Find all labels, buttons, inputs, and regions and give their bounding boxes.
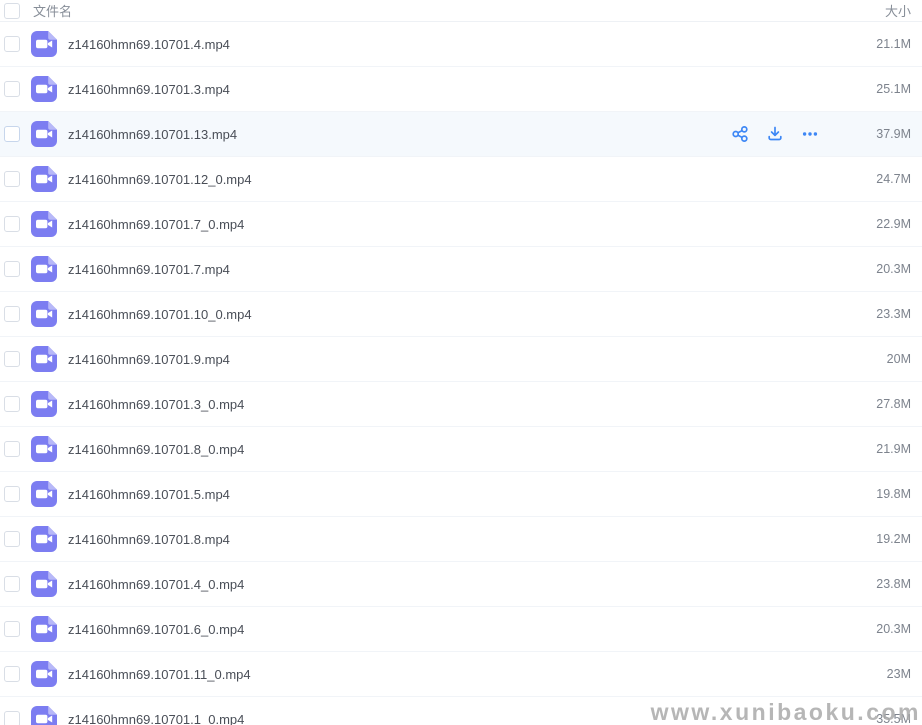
video-file-icon: [31, 211, 57, 237]
file-name[interactable]: z14160hmn69.10701.5.mp4: [68, 487, 230, 502]
file-list: z14160hmn69.10701.4.mp4: [0, 22, 922, 725]
file-name[interactable]: z14160hmn69.10701.7.mp4: [68, 262, 230, 277]
video-file-icon: [31, 346, 57, 372]
file-size: 23.3M: [847, 307, 922, 321]
video-file-icon: [31, 391, 57, 417]
video-file-icon: [31, 436, 57, 462]
row-checkbox[interactable]: [4, 666, 20, 682]
table-row[interactable]: z14160hmn69.10701.12_0.mp4: [0, 157, 922, 202]
video-file-icon: [31, 31, 57, 57]
row-checkbox[interactable]: [4, 486, 20, 502]
table-row[interactable]: z14160hmn69.10701.3_0.mp4: [0, 382, 922, 427]
table-row[interactable]: z14160hmn69.10701.9.mp4: [0, 337, 922, 382]
file-manager-screen: 文件名 大小 z14160hmn69.10701.4.mp4: [0, 0, 922, 725]
row-checkbox[interactable]: [4, 171, 20, 187]
file-size: 22.9M: [847, 217, 922, 231]
table-row[interactable]: z14160hmn69.10701.1_0.mp4: [0, 697, 922, 725]
table-row[interactable]: z14160hmn69.10701.5.mp4: [0, 472, 922, 517]
file-name[interactable]: z14160hmn69.10701.8.mp4: [68, 532, 230, 547]
row-checkbox[interactable]: [4, 441, 20, 457]
file-name[interactable]: z14160hmn69.10701.13.mp4: [68, 127, 237, 142]
video-file-icon: [31, 166, 57, 192]
table-row[interactable]: z14160hmn69.10701.11_0.mp4: [0, 652, 922, 697]
table-row[interactable]: z14160hmn69.10701.4_0.mp4: [0, 562, 922, 607]
file-size: 19.2M: [847, 532, 922, 546]
file-name[interactable]: z14160hmn69.10701.3.mp4: [68, 82, 230, 97]
row-checkbox[interactable]: [4, 81, 20, 97]
video-file-icon: [31, 706, 57, 725]
share-icon[interactable]: [731, 125, 749, 143]
file-name[interactable]: z14160hmn69.10701.11_0.mp4: [68, 667, 251, 682]
file-size: 20.3M: [847, 622, 922, 636]
file-size: 27.8M: [847, 397, 922, 411]
table-row[interactable]: z14160hmn69.10701.7_0.mp4: [0, 202, 922, 247]
file-size: 21.9M: [847, 442, 922, 456]
file-name[interactable]: z14160hmn69.10701.9.mp4: [68, 352, 230, 367]
row-checkbox[interactable]: [4, 531, 20, 547]
file-name[interactable]: z14160hmn69.10701.8_0.mp4: [68, 442, 244, 457]
video-file-icon: [31, 616, 57, 642]
file-size: 20M: [847, 352, 922, 366]
column-header-filename: 文件名: [33, 1, 72, 20]
video-file-icon: [31, 121, 57, 147]
download-icon[interactable]: [766, 125, 784, 143]
video-file-icon: [31, 301, 57, 327]
list-header: 文件名 大小: [0, 0, 922, 22]
row-checkbox[interactable]: [4, 36, 20, 52]
row-checkbox[interactable]: [4, 621, 20, 637]
file-name[interactable]: z14160hmn69.10701.4_0.mp4: [68, 577, 244, 592]
file-size: 35.5M: [847, 712, 922, 725]
row-checkbox[interactable]: [4, 306, 20, 322]
table-row[interactable]: z14160hmn69.10701.3.mp4: [0, 67, 922, 112]
table-row[interactable]: z14160hmn69.10701.4.mp4: [0, 22, 922, 67]
row-checkbox[interactable]: [4, 261, 20, 277]
table-row[interactable]: z14160hmn69.10701.8_0.mp4: [0, 427, 922, 472]
table-row[interactable]: z14160hmn69.10701.8.mp4: [0, 517, 922, 562]
file-size: 19.8M: [847, 487, 922, 501]
file-name[interactable]: z14160hmn69.10701.4.mp4: [68, 37, 230, 52]
row-actions: [731, 125, 821, 143]
row-checkbox[interactable]: [4, 351, 20, 367]
file-size: 21.1M: [847, 37, 922, 51]
file-size: 23.8M: [847, 577, 922, 591]
file-size: 24.7M: [847, 172, 922, 186]
file-size: 37.9M: [847, 127, 922, 141]
table-row[interactable]: z14160hmn69.10701.10_0.mp4: [0, 292, 922, 337]
file-name[interactable]: z14160hmn69.10701.12_0.mp4: [68, 172, 252, 187]
file-name[interactable]: z14160hmn69.10701.6_0.mp4: [68, 622, 244, 637]
table-row[interactable]: z14160hmn69.10701.13.mp4: [0, 112, 922, 157]
file-name[interactable]: z14160hmn69.10701.7_0.mp4: [68, 217, 244, 232]
row-checkbox[interactable]: [4, 396, 20, 412]
file-name[interactable]: z14160hmn69.10701.3_0.mp4: [68, 397, 244, 412]
table-row[interactable]: z14160hmn69.10701.7.mp4: [0, 247, 922, 292]
video-file-icon: [31, 76, 57, 102]
video-file-icon: [31, 526, 57, 552]
select-all-checkbox[interactable]: [4, 3, 20, 19]
row-checkbox[interactable]: [4, 216, 20, 232]
row-checkbox[interactable]: [4, 576, 20, 592]
video-file-icon: [31, 481, 57, 507]
file-name[interactable]: z14160hmn69.10701.1_0.mp4: [68, 712, 244, 725]
row-checkbox[interactable]: [4, 126, 20, 142]
video-file-icon: [31, 571, 57, 597]
file-size: 23M: [847, 667, 922, 681]
table-row[interactable]: z14160hmn69.10701.6_0.mp4: [0, 607, 922, 652]
file-size: 25.1M: [847, 82, 922, 96]
file-name[interactable]: z14160hmn69.10701.10_0.mp4: [68, 307, 252, 322]
column-header-size: 大小: [885, 1, 922, 20]
file-size: 20.3M: [847, 262, 922, 276]
more-icon[interactable]: [801, 125, 819, 143]
video-file-icon: [31, 256, 57, 282]
row-checkbox[interactable]: [4, 711, 20, 725]
video-file-icon: [31, 661, 57, 687]
